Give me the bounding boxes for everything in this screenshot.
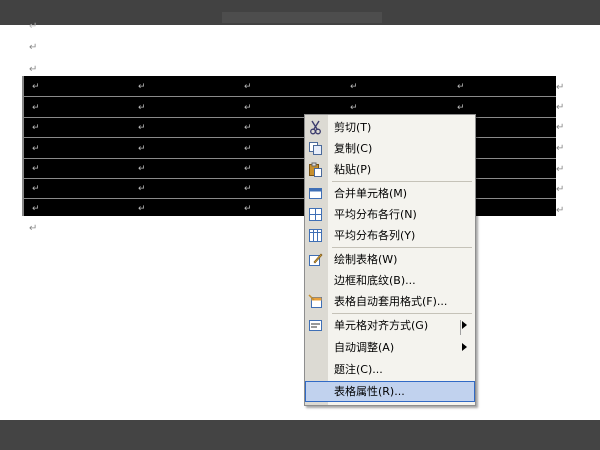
cell-mark: ↵ — [32, 204, 40, 214]
cell-alignment-icon — [308, 318, 323, 333]
cell-mark: ↵ — [32, 103, 40, 113]
paragraph-mark: ↵ — [29, 223, 38, 234]
cell-mark: ↵ — [32, 184, 40, 194]
menu-item-label: 绘制表格(W) — [334, 253, 398, 266]
cell-mark: ↵ — [32, 144, 40, 154]
submenu-arrow-icon — [462, 343, 467, 351]
row-end-mark: ↵ — [556, 143, 565, 154]
row-border — [24, 198, 556, 199]
scissors-icon — [308, 120, 323, 135]
cell-mark: ↵ — [138, 82, 146, 92]
menu-item-label: 题注(C)... — [334, 363, 383, 376]
distribute-columns-icon — [308, 228, 323, 243]
row-border — [24, 96, 556, 97]
menu-separator — [332, 247, 472, 248]
submenu-arrow-icon — [462, 321, 467, 329]
row-end-mark: ↵ — [556, 122, 565, 133]
row-end-mark: ↵ — [556, 164, 565, 175]
menu-item-label: 平均分布各行(N) — [334, 208, 417, 221]
table-context-menu: 剪切(T) 复制(C) 粘贴(P) 合并单元格(M) 平均分布各行(N) 平均分… — [304, 114, 476, 406]
paragraph-mark: ↵ — [29, 64, 38, 75]
draw-table-icon — [308, 252, 323, 267]
menu-item-label: 单元格对齐方式(G) — [334, 319, 429, 332]
menu-item-label: 边框和底纹(B)... — [334, 274, 416, 287]
cell-mark: ↵ — [350, 103, 358, 113]
menu-item-label: 自动调整(A) — [334, 341, 395, 354]
cell-mark: ↵ — [457, 103, 465, 113]
row-end-mark: ↵ — [556, 102, 565, 113]
cell-mark: ↵ — [32, 82, 40, 92]
row-border — [24, 158, 556, 159]
paste-icon — [308, 162, 323, 177]
row-border — [24, 178, 556, 179]
row-end-mark: ↵ — [556, 184, 565, 195]
menu-item-label: 粘贴(P) — [334, 163, 372, 176]
cell-mark: ↵ — [244, 82, 252, 92]
menu-item-caption[interactable]: 题注(C)... — [305, 359, 475, 380]
cell-mark: ↵ — [244, 144, 252, 154]
cell-mark: ↵ — [244, 184, 252, 194]
menu-separator — [332, 181, 472, 182]
menu-item-label: 复制(C) — [334, 142, 373, 155]
menu-item-table-properties[interactable]: 表格属性(R)... — [305, 381, 475, 402]
menu-item-merge-cells[interactable]: 合并单元格(M) — [305, 183, 475, 204]
cell-mark: ↵ — [244, 103, 252, 113]
row-end-mark: ↵ — [556, 205, 565, 216]
table-autoformat-icon — [308, 294, 323, 309]
submenu-split — [460, 320, 461, 335]
menu-item-label: 剪切(T) — [334, 121, 372, 134]
cell-mark: ↵ — [457, 82, 465, 92]
cell-mark: ↵ — [138, 123, 146, 133]
row-border — [24, 137, 556, 138]
menu-item-distribute-rows[interactable]: 平均分布各行(N) — [305, 204, 475, 225]
cell-mark: ↵ — [138, 103, 146, 113]
cell-mark: ↵ — [32, 164, 40, 174]
menu-item-table-autoformat[interactable]: 表格自动套用格式(F)... — [305, 291, 475, 312]
cell-mark: ↵ — [138, 144, 146, 154]
menu-item-label: 合并单元格(M) — [334, 187, 408, 200]
cell-mark: ↵ — [244, 164, 252, 174]
cell-mark: ↵ — [32, 123, 40, 133]
menu-separator — [332, 313, 472, 314]
menu-item-cut[interactable]: 剪切(T) — [305, 117, 475, 138]
menu-item-copy[interactable]: 复制(C) — [305, 138, 475, 159]
menu-item-label: 表格自动套用格式(F)... — [334, 295, 448, 308]
menu-item-autofit[interactable]: 自动调整(A) — [305, 337, 475, 358]
paragraph-mark: ↵ — [29, 21, 38, 32]
cell-mark: ↵ — [244, 123, 252, 133]
cell-mark: ↵ — [138, 184, 146, 194]
menu-item-paste[interactable]: 粘贴(P) — [305, 159, 475, 180]
menu-item-cell-alignment[interactable]: 单元格对齐方式(G) — [305, 315, 475, 336]
row-end-mark: ↵ — [556, 82, 565, 93]
row-border — [24, 117, 556, 118]
menu-item-label: 平均分布各列(Y) — [334, 229, 416, 242]
copy-icon — [308, 141, 323, 156]
menu-item-label: 表格属性(R)... — [334, 385, 405, 398]
cell-mark: ↵ — [244, 204, 252, 214]
menu-item-draw-table[interactable]: 绘制表格(W) — [305, 249, 475, 270]
cell-mark: ↵ — [350, 82, 358, 92]
menu-item-borders-shading[interactable]: 边框和底纹(B)... — [305, 270, 475, 291]
title-ghost — [222, 12, 382, 23]
cell-mark: ↵ — [138, 204, 146, 214]
top-window-band — [0, 0, 600, 25]
menu-item-distribute-columns[interactable]: 平均分布各列(Y) — [305, 225, 475, 246]
cell-mark: ↵ — [138, 164, 146, 174]
merge-cells-icon — [308, 186, 323, 201]
bottom-window-band — [0, 420, 600, 450]
paragraph-mark: ↵ — [29, 42, 38, 53]
distribute-rows-icon — [308, 207, 323, 222]
